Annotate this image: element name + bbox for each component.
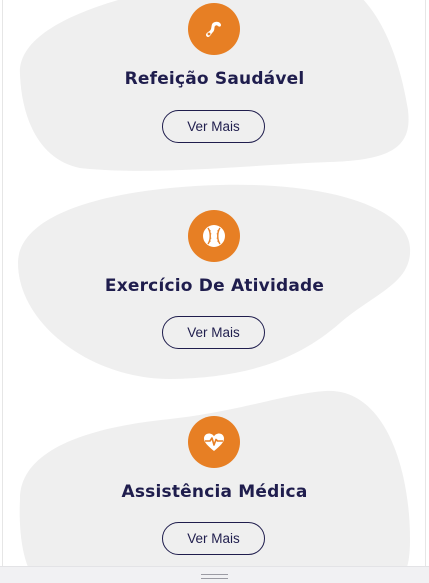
ball-icon [188,210,240,262]
service-card-healthy-meal: Refeição Saudável Ver Mais [0,0,429,176]
page: Refeição Saudável Ver Mais Exercício De … [0,0,429,583]
card-title: Refeição Saudável [124,69,305,89]
ver-mais-button[interactable]: Ver Mais [162,522,265,555]
drag-handle-icon[interactable] [201,574,228,580]
service-card-activity: Exercício De Atividade Ver Mais [0,183,429,389]
card-title: Exercício De Atividade [104,276,325,296]
card-title: Assistência Médica [121,482,308,502]
heart-pulse-icon [188,416,240,468]
ver-mais-button[interactable]: Ver Mais [162,110,265,143]
ver-mais-button[interactable]: Ver Mais [162,316,265,349]
bottom-bar [0,566,429,583]
food-icon [188,3,240,55]
service-card-medical: Assistência Médica Ver Mais [0,389,429,583]
